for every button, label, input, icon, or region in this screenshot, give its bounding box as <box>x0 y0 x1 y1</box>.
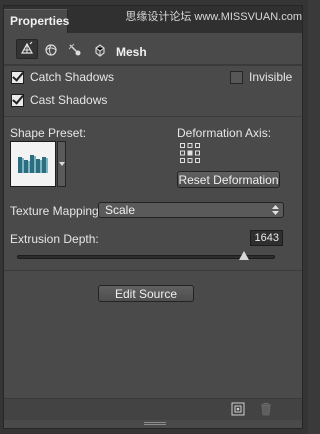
trash-icon <box>261 403 271 416</box>
coordinates-mode-button[interactable] <box>89 40 111 60</box>
extruded-shape-preview-icon <box>18 155 48 173</box>
render-icon <box>231 402 245 416</box>
extrusion-depth-slider-track[interactable] <box>17 255 275 259</box>
catch-shadows-label: Catch Shadows <box>30 70 115 84</box>
material-mode-button[interactable] <box>40 40 62 60</box>
invisible-row[interactable]: Invisible <box>230 70 292 84</box>
catch-shadows-row[interactable]: Catch Shadows <box>11 70 114 84</box>
edit-source-button[interactable]: Edit Source <box>98 285 194 302</box>
shape-preset-thumbnail[interactable] <box>10 141 56 187</box>
caret-down-icon <box>58 162 65 166</box>
cast-shadows-label: Cast Shadows <box>30 93 108 107</box>
material-icon <box>45 44 57 56</box>
extrusion-depth-input[interactable]: 1643 <box>250 230 283 246</box>
mode-title: Mesh <box>116 45 147 59</box>
cast-shadows-checkbox[interactable] <box>11 93 24 107</box>
coordinates-icon <box>95 44 105 57</box>
panel-footer <box>4 398 302 420</box>
extrusion-depth-slider-thumb[interactable] <box>239 251 250 260</box>
texture-mapping-label: Texture Mapping: <box>10 204 103 218</box>
deformation-axis-label: Deformation Axis: <box>177 126 272 140</box>
extrusion-depth-label: Extrusion Depth: <box>10 232 99 246</box>
texture-mapping-value: Scale <box>105 203 136 217</box>
invisible-label: Invisible <box>249 70 293 84</box>
shape-preset-label: Shape Preset: <box>10 126 87 140</box>
shape-preset-dropdown[interactable] <box>57 141 66 187</box>
mesh-icon <box>20 41 34 54</box>
invisible-checkbox[interactable] <box>230 70 243 84</box>
divider <box>4 116 302 117</box>
light-mode-button[interactable] <box>64 40 86 60</box>
tab-properties[interactable]: Properties <box>4 9 69 33</box>
render-button[interactable] <box>231 402 245 416</box>
select-arrows-icon <box>272 205 279 215</box>
reset-deformation-button[interactable]: Reset Deformation <box>177 171 280 188</box>
resize-grip-icon[interactable] <box>144 422 166 426</box>
watermark-text: 思缘设计论坛 www.MISSVUAN.com <box>125 11 302 23</box>
cast-shadows-row[interactable]: Cast Shadows <box>11 93 107 107</box>
divider <box>4 270 302 271</box>
delete-button[interactable] <box>259 402 273 416</box>
light-icon <box>68 43 81 56</box>
catch-shadows-checkbox[interactable] <box>11 70 24 84</box>
mesh-mode-button[interactable] <box>16 39 38 59</box>
divider <box>4 65 302 66</box>
deformation-axis-grid-icon[interactable] <box>179 142 201 164</box>
texture-mapping-select[interactable]: Scale <box>98 202 284 218</box>
